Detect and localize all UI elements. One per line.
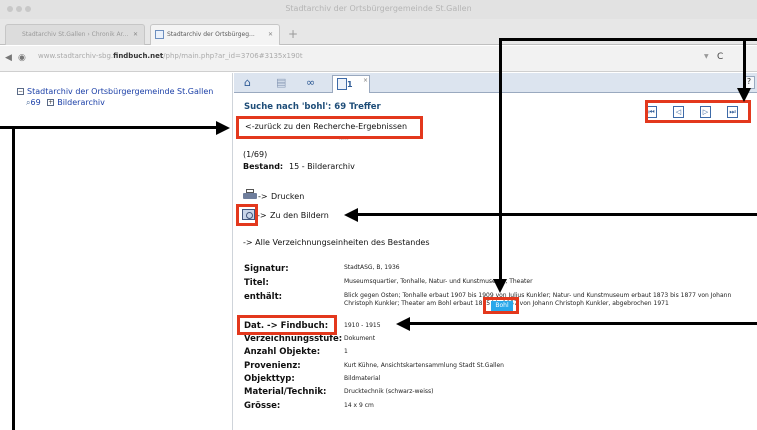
field-value-enthaelt: Blick gegen Osten; Tonhalle erbaut 1907 …	[344, 292, 732, 307]
tree-root-label: Stadtarchiv der Ortsbürgergemeinde St.Ga…	[27, 87, 214, 96]
browser-tab-chronik[interactable]: Stadtarchiv St.Gallen › Chronik Ar... ✕	[5, 24, 145, 45]
address-bar: ◀ ◉ www.stadtarchiv-sbg.findbuch.net/php…	[0, 46, 757, 72]
home-icon[interactable]: ⌂	[244, 76, 251, 89]
field-label-provenienz: Provenienz:	[244, 361, 301, 371]
images-arrow: ->	[257, 211, 267, 220]
field-value-objekttyp: Bildmaterial	[344, 375, 381, 382]
site-info-icon[interactable]: ◉	[18, 53, 26, 63]
binoculars-icon[interactable]: ∞	[306, 76, 315, 89]
annotation-arrow-line	[0, 126, 218, 129]
tree-root[interactable]: − Stadtarchiv der Ortsbürgergemeinde St.G…	[17, 87, 213, 96]
url-path: /php/main.php?ar_id=3706#3135x190t	[163, 52, 303, 60]
field-label-signatur: Signatur:	[244, 264, 289, 274]
tab-record-1[interactable]: 1 ×	[332, 75, 370, 93]
annotation-arrow-line	[499, 38, 502, 281]
highlight-bohl	[483, 297, 519, 314]
annotation-arrow-line	[408, 322, 757, 325]
close-tab-icon[interactable]: ×	[363, 77, 368, 84]
annotation-arrow-line	[743, 38, 746, 94]
favicon-icon	[155, 30, 164, 39]
annotation-arrowhead	[396, 317, 410, 331]
highlight-images-icon	[236, 204, 258, 226]
field-value-groesse: 14 x 9 cm	[344, 402, 374, 409]
all-units-link[interactable]: -> Alle Verzeichnungseinheiten des Besta…	[243, 238, 430, 247]
close-tab-icon[interactable]: ✕	[268, 31, 273, 38]
document-icon	[337, 78, 347, 90]
url-dropdown-icon[interactable]: ▼	[704, 53, 709, 60]
bestand-label: Bestand:	[243, 162, 284, 171]
tree-hit-count: 69	[30, 98, 41, 107]
url-domain: findbuch.net	[113, 52, 164, 60]
field-label-groesse: Grösse:	[244, 401, 281, 411]
annotation-arrowhead	[344, 208, 358, 222]
field-label-enthaelt: enthält:	[244, 292, 283, 302]
print-arrow: ->	[258, 192, 268, 201]
annotation-arrowhead	[216, 121, 230, 135]
highlight-pager	[645, 100, 751, 123]
search-result-title: Suche nach 'bohl': 69 Treffer	[244, 102, 381, 112]
url-field[interactable]: www.stadtarchiv-sbg.findbuch.net/php/mai…	[38, 52, 303, 60]
annotation-line	[12, 126, 15, 430]
highlight-dat-findbuch	[237, 315, 337, 335]
field-label-verzeichnungsstufe: Verzeichnungsstufe:	[244, 334, 343, 344]
annotation-arrowhead	[493, 279, 507, 293]
browser-tab-label: Stadtarchiv der Ortsbürgeg...	[167, 31, 255, 38]
bestand-value: 15 - Bilderarchiv	[289, 162, 355, 171]
images-link[interactable]: Zu den Bildern	[270, 211, 329, 220]
browser-tab-strip: Stadtarchiv St.Gallen › Chronik Ar... ✕ …	[0, 19, 757, 45]
tab-number: 1	[347, 80, 353, 89]
field-value-provenienz: Kurt Kühne, Ansichtskartensammlung Stadt…	[344, 362, 504, 369]
browser-tab-findbuch[interactable]: Stadtarchiv der Ortsbürgeg... ✕	[150, 24, 280, 45]
field-label-objekttyp: Objekttyp:	[244, 374, 295, 384]
annotation-arrow-line	[356, 213, 757, 216]
close-tab-icon[interactable]: ✕	[133, 31, 138, 38]
tree-child-label: Bilderarchiv	[57, 98, 105, 107]
tree-item-bilderarchiv[interactable]: ⌕69 + Bilderarchiv	[26, 98, 105, 108]
printer-icon[interactable]	[243, 189, 257, 201]
window-title: Stadtarchiv der Ortsbürgergemeinde St.Ga…	[285, 4, 472, 13]
field-value-dat-findbuch: 1910 - 1915	[344, 322, 381, 329]
expand-icon[interactable]: +	[47, 99, 55, 106]
field-value-verzeichnungsstufe: Dokument	[344, 335, 376, 342]
field-label-material-technik: Material/Technik:	[244, 387, 327, 397]
back-nav-icon[interactable]: ◀	[5, 53, 12, 63]
annotation-arrowhead	[737, 88, 751, 102]
field-label-titel: Titel:	[244, 278, 269, 288]
url-prefix: www.stadtarchiv-sbg.	[38, 52, 114, 60]
reload-icon[interactable]: C	[717, 52, 723, 62]
list-icon[interactable]: ▤	[276, 76, 286, 89]
field-value-material-technik: Drucktechnik (schwarz-weiss)	[344, 388, 434, 395]
field-value-anzahl-objekte: 1	[344, 348, 348, 355]
highlight-back-link	[236, 116, 423, 139]
field-label-anzahl-objekte: Anzahl Objekte:	[244, 347, 321, 357]
record-toolbar: ⌂ ▤ ∞ 1 × ?	[234, 73, 757, 93]
field-value-signatur: StadtASG, B, 1936	[344, 264, 400, 271]
collapse-icon[interactable]: −	[17, 88, 24, 95]
record-position: (1/69)	[243, 150, 268, 159]
browser-tab-label: Stadtarchiv St.Gallen › Chronik Ar...	[22, 31, 129, 38]
new-tab-icon[interactable]: +	[288, 27, 298, 41]
annotation-arrow-line	[500, 38, 718, 41]
print-link[interactable]: Drucken	[271, 192, 304, 201]
annotation-arrow-line	[718, 38, 757, 41]
window-titlebar: Stadtarchiv der Ortsbürgergemeinde St.Ga…	[0, 0, 757, 19]
